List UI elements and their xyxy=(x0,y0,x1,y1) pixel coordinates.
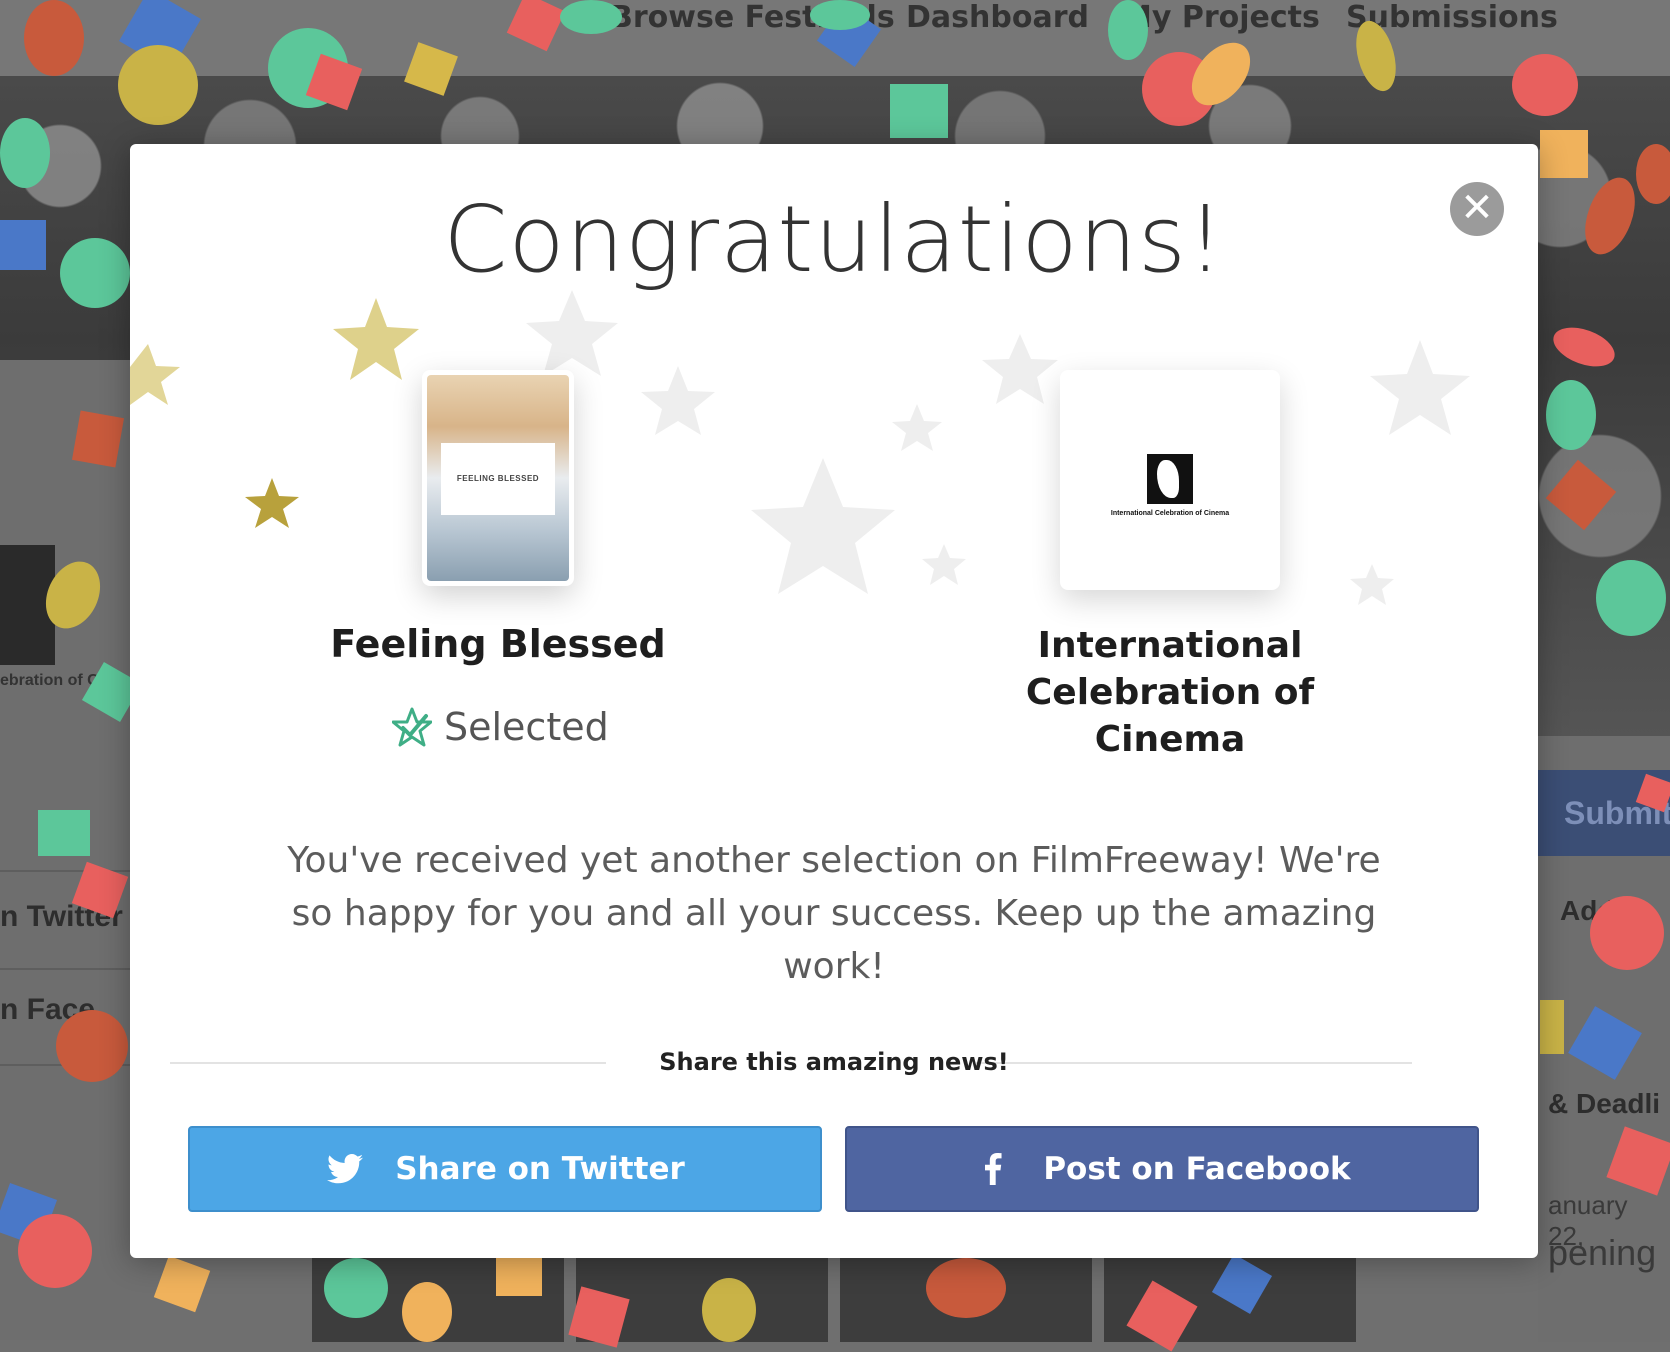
background-thumbnail xyxy=(840,1258,1092,1342)
facebook-icon xyxy=(973,1149,1013,1189)
background-thumbnail xyxy=(576,1258,828,1342)
share-heading: Share this amazing news! xyxy=(659,1048,1009,1076)
status-label: Selected xyxy=(444,705,609,749)
star-decoration xyxy=(526,290,618,376)
nav-browse-festivals: Browse Festivals xyxy=(610,0,895,35)
background-facebook-text: n Face xyxy=(0,993,96,1026)
background-thumbnail xyxy=(1104,1258,1356,1342)
background-submit-button: Submit xyxy=(1538,770,1670,856)
background-twitter-text: n Twitter xyxy=(0,900,123,933)
star-decoration xyxy=(1350,564,1394,605)
background-deadline-text: & Deadli xyxy=(1548,1088,1661,1119)
background-add-text: Add xyxy=(1560,895,1615,926)
poster-title-text: FEELING BLESSED xyxy=(441,443,555,515)
background-festival-logo xyxy=(0,545,55,665)
background-divider xyxy=(0,1064,130,1166)
festival-logo-icon xyxy=(1147,454,1193,504)
poster-image: FEELING BLESSED xyxy=(427,375,569,581)
background-left-panel xyxy=(0,360,130,1340)
festival-logo-text: International Celebration of Cinema xyxy=(1110,510,1230,517)
star-decoration xyxy=(922,544,966,585)
gold-star-decoration xyxy=(245,478,299,528)
selection-status: Selected xyxy=(392,702,609,752)
twitter-button-label: Share on Twitter xyxy=(395,1151,685,1187)
confetti-piece xyxy=(153,1255,211,1313)
star-decoration xyxy=(641,366,715,435)
background-thumbnail xyxy=(312,1258,564,1342)
nav-dashboard: Dashboard xyxy=(906,0,1089,35)
gold-star-decoration xyxy=(130,344,180,405)
star-decoration xyxy=(892,404,942,451)
congratulations-message: You've received yet another selection on… xyxy=(287,840,1381,987)
background-opening-text: pening xyxy=(1548,1232,1657,1273)
star-decoration xyxy=(982,334,1058,404)
project-poster: FEELING BLESSED xyxy=(422,370,574,586)
post-on-facebook-button[interactable]: Post on Facebook xyxy=(845,1126,1479,1212)
festival-name: International Celebration of Cinema xyxy=(1025,625,1315,760)
share-on-twitter-button[interactable]: Share on Twitter xyxy=(188,1126,822,1212)
festival-logo-card: International Celebration of Cinema xyxy=(1060,370,1280,590)
star-check-icon xyxy=(392,707,432,747)
nav-submissions: Submissions xyxy=(1346,0,1558,35)
twitter-icon xyxy=(325,1149,365,1189)
facebook-button-label: Post on Facebook xyxy=(1043,1151,1351,1187)
background-nav-bar: Browse Festivals Dashboard My Projects S… xyxy=(0,0,1670,76)
modal-title: Congratulations! xyxy=(443,186,1225,293)
star-decoration xyxy=(751,458,895,594)
nav-my-projects: My Projects xyxy=(1122,0,1320,35)
gold-star-decoration xyxy=(333,298,419,380)
background-logo-text: ebration of Ci xyxy=(0,672,104,689)
congratulations-modal: ✕ Congratulations! FEELING BLESSED Inter… xyxy=(130,144,1538,1258)
project-name: Feeling Blessed xyxy=(330,622,666,666)
star-decoration xyxy=(1370,340,1470,435)
